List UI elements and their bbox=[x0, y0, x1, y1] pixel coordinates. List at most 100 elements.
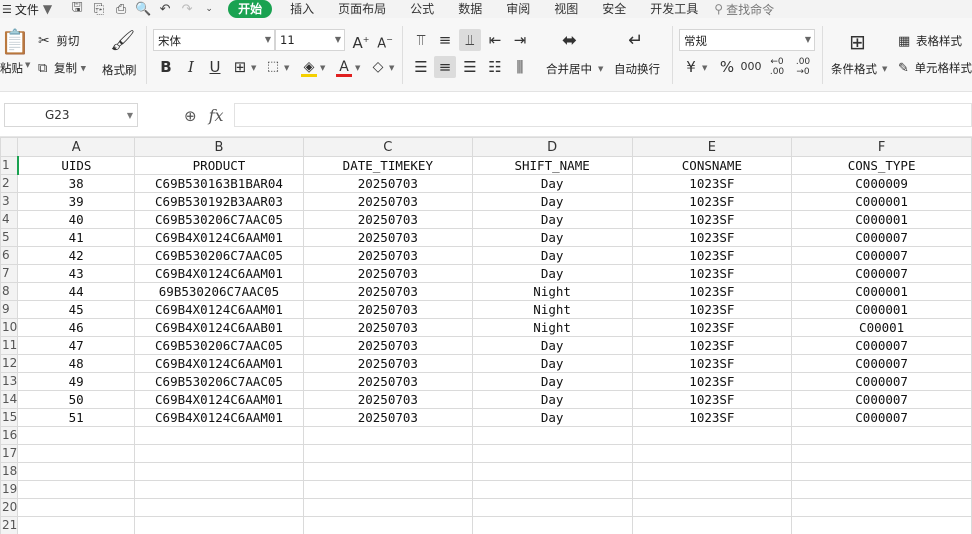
cell[interactable]: 40 bbox=[17, 210, 136, 229]
cell[interactable] bbox=[791, 498, 972, 517]
cell[interactable]: 1023SF bbox=[631, 192, 793, 211]
increase-font-button[interactable]: A+ bbox=[350, 29, 372, 52]
cell[interactable]: 20250703 bbox=[302, 372, 473, 391]
cell[interactable]: 20250703 bbox=[302, 300, 473, 319]
cell[interactable]: 20250703 bbox=[302, 390, 473, 409]
cell[interactable]: 1023SF bbox=[631, 246, 793, 265]
cell[interactable]: DATE_TIMEKEY bbox=[302, 156, 473, 175]
print-icon[interactable]: ⎙ bbox=[110, 2, 132, 17]
row-header[interactable]: 11 bbox=[0, 336, 19, 355]
cell[interactable] bbox=[17, 444, 136, 463]
cell[interactable]: C69B530206C7AAC05 bbox=[134, 246, 304, 265]
cell[interactable]: C69B4X0124C6AAM01 bbox=[134, 390, 304, 409]
cell[interactable] bbox=[471, 444, 633, 463]
cell[interactable]: CONSNAME bbox=[631, 156, 793, 175]
cell[interactable]: Day bbox=[471, 354, 633, 373]
cell[interactable]: C000007 bbox=[791, 336, 972, 355]
cell[interactable] bbox=[471, 498, 633, 517]
cell[interactable]: C69B530192B3AAR03 bbox=[134, 192, 304, 211]
column-header[interactable]: A bbox=[17, 137, 136, 157]
row-header[interactable]: 9 bbox=[0, 300, 19, 319]
cell[interactable] bbox=[302, 426, 473, 445]
cell[interactable]: Day bbox=[471, 246, 633, 265]
cell[interactable]: C69B4X0124C6AAM01 bbox=[134, 354, 304, 373]
cell[interactable] bbox=[302, 516, 473, 534]
tab-formulas[interactable]: 公式 bbox=[398, 0, 446, 18]
cell[interactable] bbox=[134, 444, 304, 463]
clear-format-chevron-icon[interactable]: ▼ bbox=[284, 64, 289, 72]
tab-data[interactable]: 数据 bbox=[446, 0, 494, 18]
cell[interactable] bbox=[134, 426, 304, 445]
tab-insert[interactable]: 插入 bbox=[278, 0, 326, 18]
align-bottom-button[interactable]: ⫫ bbox=[459, 29, 481, 51]
cell[interactable] bbox=[134, 480, 304, 499]
cell[interactable]: 20250703 bbox=[302, 282, 473, 301]
wrap-text-button[interactable]: ↵ 自动换行 bbox=[614, 30, 666, 80]
column-header[interactable]: F bbox=[791, 137, 972, 157]
percent-button[interactable]: % bbox=[716, 56, 738, 78]
cell[interactable] bbox=[631, 498, 793, 517]
cell[interactable]: 1023SF bbox=[631, 264, 793, 283]
cell[interactable]: PRODUCT bbox=[134, 156, 304, 175]
cut-button[interactable]: ✂ 剪切 bbox=[38, 33, 79, 49]
cell[interactable]: 48 bbox=[17, 354, 136, 373]
decrease-font-button[interactable]: A− bbox=[374, 29, 396, 51]
cell[interactable]: C000001 bbox=[791, 300, 972, 319]
cell[interactable]: C000007 bbox=[791, 372, 972, 391]
eraser-chevron-icon[interactable]: ▼ bbox=[389, 64, 394, 72]
row-header[interactable]: 15 bbox=[0, 408, 19, 427]
cell[interactable] bbox=[471, 480, 633, 499]
currency-chevron-icon[interactable]: ▼ bbox=[702, 64, 707, 72]
file-menu[interactable]: ☰ 文件 ▼ bbox=[0, 0, 56, 18]
column-header[interactable]: B bbox=[134, 137, 304, 157]
cell[interactable]: C69B530206C7AAC05 bbox=[134, 210, 304, 229]
paste-options-dropdown[interactable]: ▼ bbox=[25, 61, 30, 69]
cell[interactable]: 51 bbox=[17, 408, 136, 427]
cell[interactable]: C69B4X0124C6AAM01 bbox=[134, 264, 304, 283]
cell[interactable]: 1023SF bbox=[631, 318, 793, 337]
cell[interactable]: C000007 bbox=[791, 228, 972, 247]
zoom-icon[interactable]: ⊕ bbox=[184, 107, 197, 125]
cell[interactable] bbox=[17, 516, 136, 534]
number-format-select[interactable]: 常规 ▼ bbox=[679, 29, 815, 51]
cell[interactable]: C000001 bbox=[791, 282, 972, 301]
conditional-format-button[interactable]: ⊞ 条件格式 ▼ bbox=[831, 30, 891, 80]
cell[interactable]: C000007 bbox=[791, 354, 972, 373]
row-header[interactable]: 10 bbox=[0, 318, 19, 337]
row-header[interactable]: 20 bbox=[0, 498, 19, 517]
increase-decimal-button[interactable]: ←0.00 bbox=[766, 56, 788, 78]
cell[interactable]: C00001 bbox=[791, 318, 972, 337]
cell[interactable]: C69B4X0124C6AAB01 bbox=[134, 318, 304, 337]
cell[interactable] bbox=[631, 462, 793, 481]
cell[interactable] bbox=[17, 498, 136, 517]
cell[interactable]: C000007 bbox=[791, 390, 972, 409]
cell[interactable]: C000001 bbox=[791, 192, 972, 211]
cell[interactable]: 1023SF bbox=[631, 408, 793, 427]
cell[interactable]: 41 bbox=[17, 228, 136, 247]
row-header[interactable]: 3 bbox=[0, 192, 19, 211]
cell[interactable]: 20250703 bbox=[302, 336, 473, 355]
cell[interactable]: 1023SF bbox=[631, 390, 793, 409]
cell[interactable] bbox=[631, 426, 793, 445]
cell[interactable]: 1023SF bbox=[631, 228, 793, 247]
cell[interactable]: Day bbox=[471, 174, 633, 193]
decrease-decimal-button[interactable]: .00 →0 bbox=[792, 56, 814, 78]
paste-button[interactable]: 📋 粘贴 bbox=[0, 26, 30, 78]
cell[interactable] bbox=[631, 516, 793, 534]
borders-dropdown-chevron-icon[interactable]: ▼ bbox=[251, 64, 256, 72]
tab-home[interactable]: 开始 bbox=[228, 0, 273, 18]
cell[interactable]: C000001 bbox=[791, 210, 972, 229]
cell[interactable]: 20250703 bbox=[302, 210, 473, 229]
cell[interactable] bbox=[791, 480, 972, 499]
cell[interactable]: 20250703 bbox=[302, 264, 473, 283]
cell[interactable]: 20250703 bbox=[302, 318, 473, 337]
cell[interactable] bbox=[791, 462, 972, 481]
row-header[interactable]: 5 bbox=[0, 228, 19, 247]
merge-center-button[interactable]: ⬌ 合并居中 ▼ bbox=[546, 30, 606, 80]
formula-input[interactable] bbox=[234, 103, 972, 127]
cell[interactable]: 1023SF bbox=[631, 300, 793, 319]
cell[interactable]: Day bbox=[471, 228, 633, 247]
cell[interactable] bbox=[302, 462, 473, 481]
align-center-button[interactable]: ≡ bbox=[434, 56, 456, 78]
align-middle-button[interactable]: ≡ bbox=[434, 29, 456, 51]
